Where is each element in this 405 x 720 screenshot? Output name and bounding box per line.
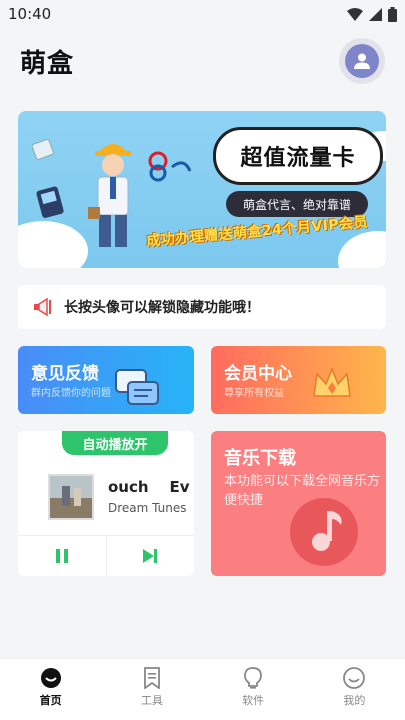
lightbulb-icon (244, 667, 263, 689)
feedback-title: 意见反馈 (31, 364, 99, 384)
phone-illustration (36, 186, 64, 218)
banner-title: 超值流量卡 (240, 146, 356, 171)
song-artist: Dream Tunes (108, 501, 187, 515)
wifi-icon (347, 7, 363, 21)
app-header: 萌盒 (0, 28, 405, 94)
music-note-icon (290, 498, 358, 566)
home-icon (40, 668, 61, 688)
signal-icon (369, 7, 382, 21)
banner-promo-text: 成功办理赠送萌盒24个月VIP会员 (145, 214, 369, 250)
worker-illustration (88, 144, 131, 247)
tab-home[interactable]: 首页 (0, 659, 101, 720)
status-bar: 10:40 (0, 0, 405, 28)
pause-icon (55, 549, 68, 563)
simcard-illustration (32, 139, 54, 160)
tab-software-label: 软件 (242, 694, 265, 707)
song-title: ouch Ev (108, 478, 190, 496)
tab-home-label: 首页 (39, 694, 62, 707)
music-player-card: 自动播放开 ouch Ev Dream Tunes (18, 431, 194, 576)
promo-banner[interactable]: 超值流量卡 萌盒代言、绝对靠谱 成功办理赠送萌盒24个月VIP会员 (18, 111, 386, 268)
tab-mine[interactable]: 我的 (304, 659, 405, 720)
cloud-decoration (338, 231, 386, 268)
vip-card[interactable]: 会员中心 尊享所有权益 (211, 346, 386, 414)
music-download-title: 音乐下载 (224, 448, 296, 469)
status-time: 10:40 (8, 5, 52, 23)
battery-icon (388, 6, 397, 22)
skip-next-icon (143, 549, 158, 563)
next-button[interactable] (105, 536, 195, 576)
notice-bar: 长按头像可以解锁隐藏功能哦！ (18, 285, 386, 329)
tab-software[interactable]: 软件 (203, 659, 304, 720)
person-icon (354, 53, 370, 69)
tab-tools[interactable]: 工具 (101, 659, 202, 720)
music-download-card[interactable]: 音乐下载 本功能可以下载全网音乐方便快捷 (211, 431, 386, 576)
feedback-subtitle: 群内反馈你的问题 (31, 388, 111, 399)
player-controls (18, 535, 194, 576)
feedback-card[interactable]: 意见反馈 群内反馈你的问题 (18, 346, 194, 414)
tab-mine-label: 我的 (343, 694, 366, 707)
smiley-icon (343, 667, 366, 689)
chat-bubbles-icon (115, 369, 159, 405)
autoplay-toggle[interactable]: 自动播放开 (62, 431, 168, 455)
crown-icon (313, 366, 351, 397)
pause-button[interactable] (18, 536, 106, 576)
avatar-circle (345, 44, 379, 78)
album-art (50, 476, 92, 518)
vip-title: 会员中心 (224, 364, 292, 384)
bottom-tab-bar: 首页 工具 软件 我的 (0, 658, 405, 720)
notice-text: 长按头像可以解锁隐藏功能哦！ (64, 300, 260, 316)
telecom-logo-icon (148, 151, 192, 182)
megaphone-icon (34, 297, 51, 317)
app-title: 萌盒 (20, 48, 75, 79)
banner-title-box: 超值流量卡 (213, 127, 383, 185)
bookmark-icon (143, 667, 160, 689)
avatar[interactable] (339, 38, 385, 84)
vip-subtitle: 尊享所有权益 (224, 388, 284, 399)
tab-tools-label: 工具 (140, 694, 163, 707)
album-cover (48, 474, 94, 520)
status-icons (347, 6, 397, 22)
